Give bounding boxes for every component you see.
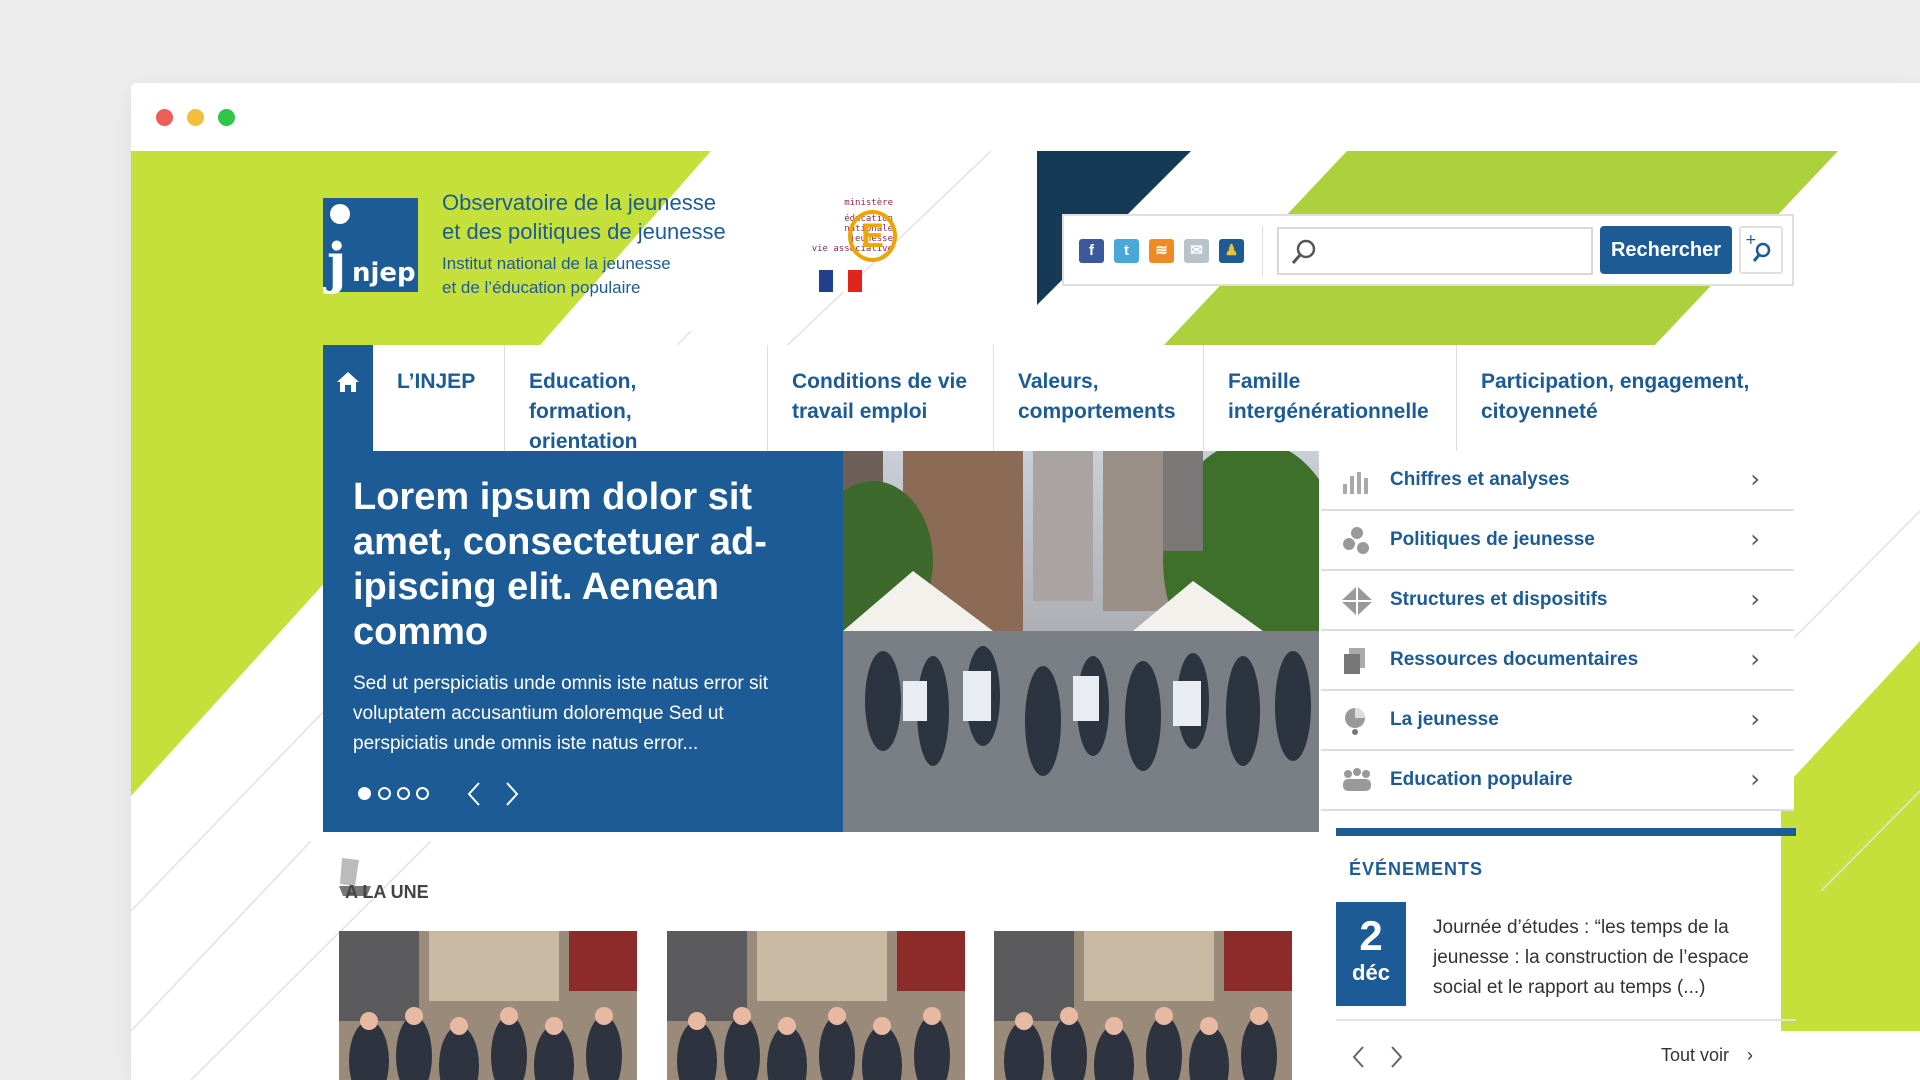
plus-search-icon: + — [1745, 232, 1771, 262]
events-next-icon[interactable] — [1386, 1043, 1406, 1071]
facebook-icon[interactable]: f — [1079, 239, 1104, 263]
events-heading: ÉVÉNEMENTS — [1349, 859, 1484, 879]
side-item-education-populaire[interactable]: Education populaire › — [1321, 751, 1794, 811]
chevron-right-icon: › — [1750, 765, 1760, 793]
browser-window: j njep Observatoire de la jeunesse et de… — [131, 83, 1920, 1080]
see-all-link[interactable]: Tout voir › — [1661, 1045, 1753, 1066]
news-thumbnail-1[interactable] — [339, 931, 637, 1080]
injep-logo[interactable]: j njep — [323, 198, 418, 292]
a-la-une-heading: A LA UNE — [345, 882, 429, 902]
window-chrome — [131, 83, 1920, 151]
twitter-icon[interactable]: t — [1114, 239, 1139, 263]
chevron-right-icon: › — [1750, 705, 1760, 733]
hero-slider: Lorem ipsum dolor sit amet, consectetuer… — [323, 451, 1319, 832]
accessibility-icon[interactable]: ♟ — [1219, 239, 1244, 263]
observatoire-title: Observatoire de la jeunesse et des polit… — [442, 190, 726, 244]
news-thumbnail-3[interactable] — [994, 931, 1292, 1080]
ministere-e-icon: E — [848, 210, 897, 262]
hero-text: Sed ut perspiciatis unde omnis iste natu… — [353, 673, 769, 754]
chevron-right-icon: › — [1747, 1045, 1754, 1065]
close-window-button[interactable] — [156, 109, 173, 126]
hero-caption: Lorem ipsum dolor sit amet, consectetuer… — [323, 451, 843, 832]
search-input[interactable] — [1325, 235, 1585, 267]
side-item-structures[interactable]: Structures et dispositifs › — [1321, 571, 1794, 631]
nav-item-injep[interactable]: L’INJEP — [373, 345, 505, 453]
minimize-window-button[interactable] — [187, 109, 204, 126]
event-month: déc — [1352, 960, 1390, 985]
search-input-wrapper[interactable] — [1277, 227, 1593, 275]
group-icon — [1343, 768, 1371, 791]
next-slide-icon[interactable] — [501, 779, 521, 809]
main-nav: L’INJEP Education, formation, orientatio… — [323, 345, 1797, 453]
side-item-jeunesse[interactable]: La jeunesse › — [1321, 691, 1794, 751]
nav-item-education[interactable]: Education, formation, orientation — [505, 345, 768, 453]
nav-item-participation[interactable]: Participation, engagement, citoyenneté — [1457, 345, 1797, 453]
nav-item-valeurs[interactable]: Valeurs, comportements — [994, 345, 1204, 453]
side-menu: Chiffres et analyses › Politiques de jeu… — [1321, 451, 1794, 811]
search-button[interactable]: Rechercher — [1600, 226, 1732, 274]
news-thumbnail-2[interactable] — [667, 931, 965, 1080]
bar-chart-icon — [1343, 472, 1368, 494]
events-divider — [1336, 828, 1796, 836]
event-date: 2 déc — [1336, 902, 1406, 1006]
side-item-chiffres[interactable]: Chiffres et analyses › — [1321, 451, 1794, 511]
chevron-right-icon: › — [1750, 645, 1760, 673]
webpage: j njep Observatoire de la jeunesse et de… — [131, 151, 1920, 1080]
rss-icon[interactable]: ≋ — [1149, 239, 1174, 263]
documents-icon — [1344, 648, 1365, 674]
events-footer-divider — [1336, 1019, 1796, 1021]
event-text[interactable]: Journée d’études : “les temps de la jeun… — [1433, 913, 1783, 1003]
advanced-search-button[interactable]: + — [1739, 226, 1783, 274]
nav-item-famille[interactable]: Famille intergénérationnelle — [1204, 345, 1457, 453]
diamond-icon — [1341, 586, 1373, 616]
side-item-ressources[interactable]: Ressources documentaires › — [1321, 631, 1794, 691]
dots-cluster-icon — [1343, 527, 1369, 554]
hero-photo — [843, 451, 1319, 832]
home-icon — [337, 372, 359, 392]
events-prev-icon[interactable] — [1349, 1043, 1369, 1071]
nav-home[interactable] — [323, 345, 373, 453]
maximize-window-button[interactable] — [218, 109, 235, 126]
hero-title[interactable]: Lorem ipsum dolor sit amet, consectetuer… — [353, 475, 823, 655]
slide-dot-2[interactable] — [378, 787, 391, 800]
pie-person-icon — [1345, 708, 1365, 735]
chevron-right-icon: › — [1750, 465, 1760, 493]
institut-subtitle: Institut national de la jeunesse et de l… — [442, 254, 671, 297]
news-thumbnail-image — [667, 931, 965, 1080]
prev-slide-icon[interactable] — [465, 779, 485, 809]
chevron-right-icon: › — [1750, 525, 1760, 553]
tools-bar: f t ≋ ✉ ♟ Rechercher + — [1062, 214, 1794, 286]
chevron-right-icon: › — [1750, 585, 1760, 613]
slide-dot-3[interactable] — [397, 787, 410, 800]
news-thumbnail-image — [994, 931, 1292, 1080]
french-flag-icon — [819, 270, 862, 292]
news-thumbnail-image — [339, 931, 637, 1080]
side-item-politiques[interactable]: Politiques de jeunesse › — [1321, 511, 1794, 571]
slide-dot-4[interactable] — [416, 787, 429, 800]
event-day: 2 — [1359, 912, 1383, 959]
search-icon — [1291, 239, 1316, 264]
slide-dot-1[interactable] — [358, 787, 371, 800]
mail-icon[interactable]: ✉ — [1184, 239, 1209, 263]
nav-item-conditions[interactable]: Conditions de vie travail emploi — [768, 345, 994, 453]
svg-text:+: + — [1745, 232, 1757, 248]
